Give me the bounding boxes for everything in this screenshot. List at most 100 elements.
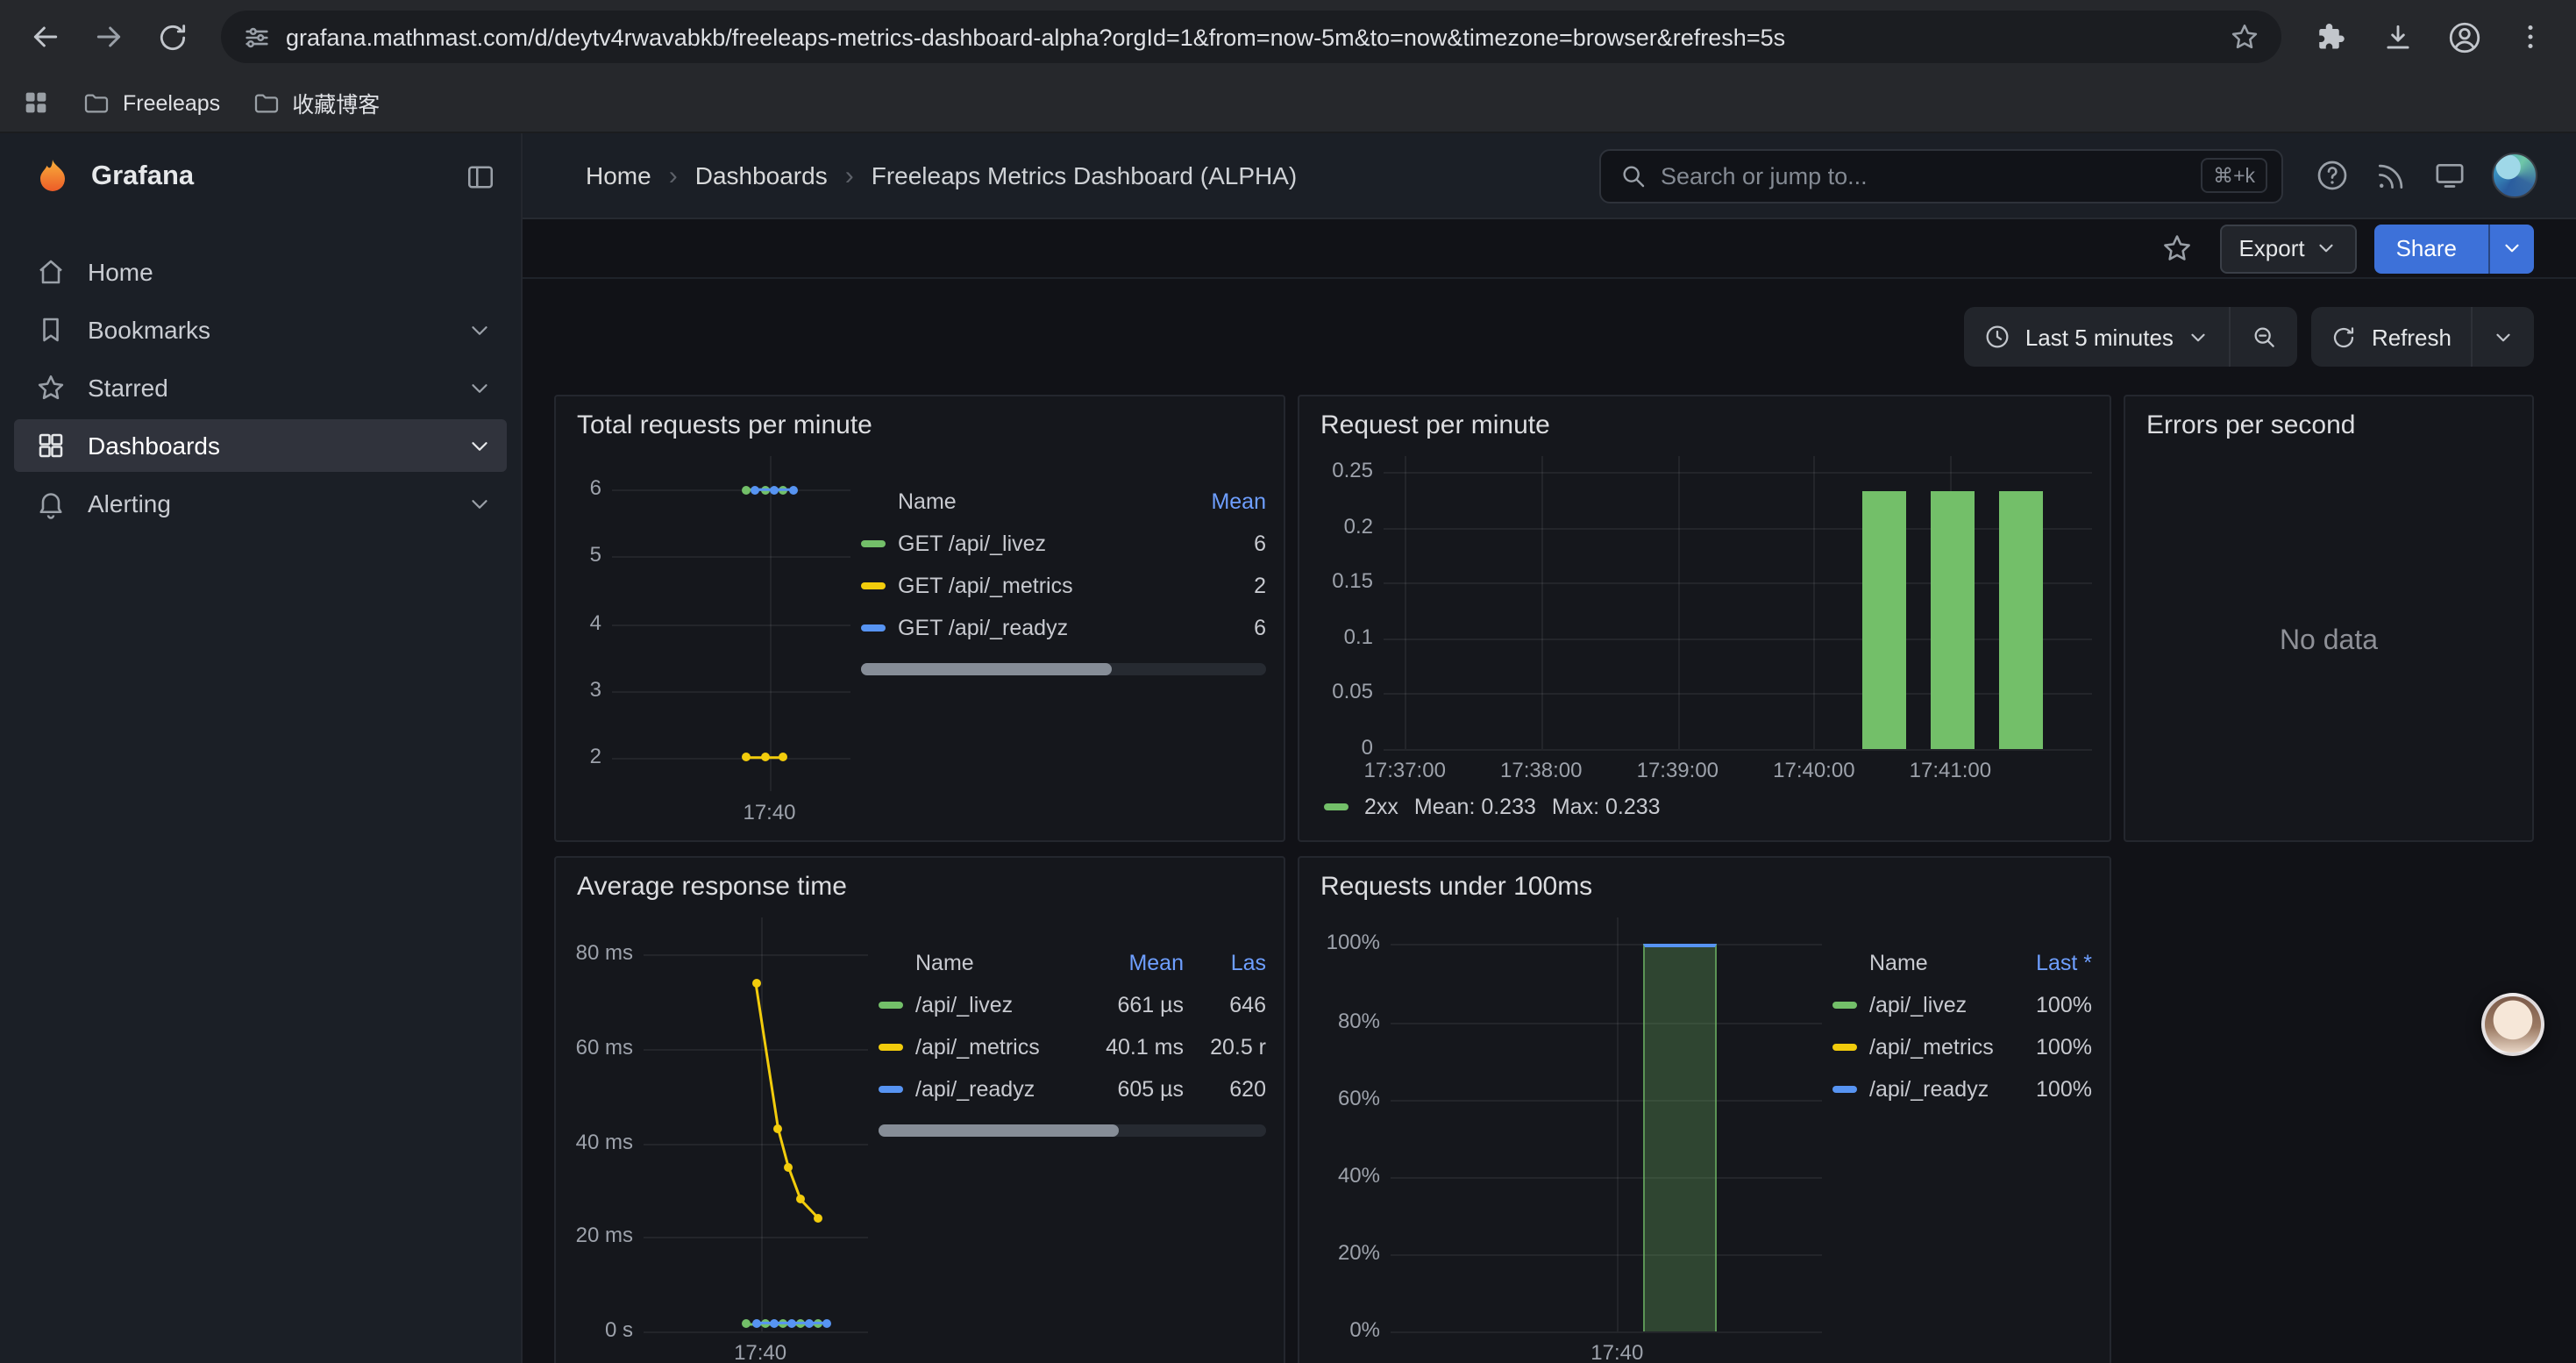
legend-scrollbar[interactable] bbox=[879, 1124, 1266, 1137]
search-shortcut-badge: ⌘+k bbox=[2201, 158, 2267, 193]
legend-row[interactable]: /api/_metrics 40.1 ms 20.5 r bbox=[879, 1026, 1266, 1068]
forward-button[interactable] bbox=[81, 9, 137, 65]
profile-icon bbox=[2445, 18, 2482, 55]
total-requests-chart: 6543217:40 bbox=[573, 456, 850, 830]
panel-title[interactable]: Requests under 100ms bbox=[1299, 858, 2110, 902]
search-input[interactable] bbox=[1661, 162, 2187, 189]
legend-row[interactable]: GET /api/_metrics 2 bbox=[861, 565, 1266, 607]
scrollbar-thumb[interactable] bbox=[861, 663, 1112, 675]
chevron-down-icon[interactable] bbox=[466, 432, 493, 459]
series-swatch bbox=[1832, 1086, 1857, 1093]
bookmark-star-icon[interactable] bbox=[2229, 21, 2260, 53]
breadcrumb: Home › Dashboards › Freeleaps Metrics Da… bbox=[586, 161, 1297, 190]
panel-title[interactable]: Average response time bbox=[556, 858, 1284, 902]
series-name[interactable]: /api/_livez bbox=[915, 993, 1073, 1017]
zoom-out-button[interactable] bbox=[2231, 307, 2298, 367]
profile-button[interactable] bbox=[2436, 9, 2492, 65]
time-range-picker[interactable]: Last 5 minutes bbox=[1964, 307, 2230, 367]
legend-table: Name Last * /api/_livez 100% /api/_metri… bbox=[1832, 917, 2092, 1363]
share-button[interactable]: Share bbox=[2375, 224, 2534, 273]
reload-button[interactable] bbox=[144, 9, 200, 65]
panel-total-requests: Total requests per minute 6543217:40 Nam… bbox=[554, 395, 1285, 842]
chevron-down-icon[interactable] bbox=[466, 317, 493, 343]
share-label[interactable]: Share bbox=[2375, 224, 2478, 273]
browser-menu-button[interactable] bbox=[2502, 9, 2558, 65]
news-rss-icon[interactable] bbox=[2374, 159, 2408, 192]
dashboards-icon bbox=[35, 430, 67, 461]
monitor-icon[interactable] bbox=[2432, 158, 2467, 193]
series-swatch bbox=[1324, 803, 1348, 810]
refresh-button[interactable]: Refresh bbox=[2312, 307, 2471, 367]
panel-title[interactable]: Request per minute bbox=[1299, 396, 2110, 440]
legend-header-last[interactable]: Last * bbox=[2018, 951, 2092, 975]
legend-line[interactable]: 2xx Mean: 0.233 Max: 0.233 bbox=[1317, 788, 2092, 826]
refresh-interval-button[interactable] bbox=[2473, 307, 2534, 367]
share-menu-button[interactable] bbox=[2488, 224, 2534, 273]
sidebar-item-home[interactable]: Home bbox=[14, 246, 507, 298]
export-button[interactable]: Export bbox=[2219, 224, 2357, 273]
user-avatar[interactable] bbox=[2492, 153, 2537, 198]
series-last: 620 bbox=[1196, 1077, 1266, 1102]
search-bar[interactable]: ⌘+k bbox=[1599, 148, 2283, 203]
chevron-down-icon bbox=[2501, 237, 2523, 260]
favorite-dashboard-button[interactable] bbox=[2153, 224, 2202, 273]
panel-title[interactable]: Total requests per minute bbox=[556, 396, 1284, 440]
collapse-sidebar-icon[interactable] bbox=[465, 161, 496, 193]
floating-assistant-avatar[interactable] bbox=[2481, 993, 2544, 1056]
chevron-down-icon[interactable] bbox=[466, 490, 493, 517]
reload-icon bbox=[155, 20, 189, 54]
breadcrumb-home[interactable]: Home bbox=[586, 161, 651, 189]
legend-row[interactable]: /api/_livez 100% bbox=[1832, 984, 2092, 1026]
legend-row[interactable]: /api/_metrics 100% bbox=[1832, 1026, 2092, 1068]
bookmark-folder-blogs[interactable]: 收藏博客 bbox=[252, 86, 380, 119]
legend-row[interactable]: GET /api/_livez 6 bbox=[861, 523, 1266, 565]
sidebar-item-alerting[interactable]: Alerting bbox=[14, 477, 507, 530]
series-name[interactable]: /api/_metrics bbox=[915, 1035, 1073, 1060]
legend-header-mean[interactable]: Mean bbox=[1085, 951, 1184, 975]
legend-row[interactable]: /api/_readyz 100% bbox=[1832, 1068, 2092, 1110]
series-name[interactable]: GET /api/_readyz bbox=[898, 616, 1180, 640]
series-name[interactable]: GET /api/_livez bbox=[898, 532, 1180, 556]
series-name[interactable]: /api/_livez bbox=[1869, 993, 2006, 1017]
legend-header-last[interactable]: Las bbox=[1196, 951, 1266, 975]
star-icon bbox=[35, 372, 67, 403]
panel-title[interactable]: Errors per second bbox=[2125, 396, 2532, 440]
breadcrumb-current: Freeleaps Metrics Dashboard (ALPHA) bbox=[872, 161, 1298, 189]
help-icon[interactable] bbox=[2315, 158, 2350, 193]
url-text[interactable]: grafana.mathmast.com/d/deytv4rwavabkb/fr… bbox=[286, 24, 2215, 50]
series-name[interactable]: /api/_metrics bbox=[1869, 1035, 2006, 1060]
back-button[interactable] bbox=[18, 9, 74, 65]
legend-scrollbar[interactable] bbox=[861, 663, 1266, 675]
breadcrumb-dashboards[interactable]: Dashboards bbox=[695, 161, 828, 189]
chevron-down-icon[interactable] bbox=[466, 375, 493, 401]
legend-row[interactable]: GET /api/_readyz 6 bbox=[861, 607, 1266, 649]
legend-header-name[interactable]: Name bbox=[915, 951, 1073, 975]
downloads-button[interactable] bbox=[2369, 9, 2425, 65]
legend-table: Name Mean Las /api/_livez 661 µs 646 bbox=[879, 917, 1266, 1363]
bookmark-folder-freeleaps[interactable]: Freeleaps bbox=[82, 89, 220, 117]
sidebar-item-dashboards[interactable]: Dashboards bbox=[14, 419, 507, 472]
apps-grid-icon[interactable] bbox=[21, 88, 51, 118]
sidebar-item-starred[interactable]: Starred bbox=[14, 361, 507, 414]
time-picker-group: Last 5 minutes bbox=[1964, 307, 2298, 367]
legend-header-name[interactable]: Name bbox=[1869, 951, 2006, 975]
legend-row[interactable]: /api/_livez 661 µs 646 bbox=[879, 984, 1266, 1026]
url-bar[interactable]: grafana.mathmast.com/d/deytv4rwavabkb/fr… bbox=[221, 11, 2281, 63]
site-settings-icon[interactable] bbox=[242, 22, 272, 52]
scrollbar-thumb[interactable] bbox=[879, 1124, 1119, 1137]
extensions-button[interactable] bbox=[2302, 9, 2359, 65]
sidebar-item-bookmarks[interactable]: Bookmarks bbox=[14, 303, 507, 356]
series-name[interactable]: /api/_readyz bbox=[1869, 1077, 2006, 1102]
legend-header-name[interactable]: Name bbox=[898, 489, 1180, 514]
series-name[interactable]: /api/_readyz bbox=[915, 1077, 1073, 1102]
panel-errors-per-second: Errors per second No data bbox=[2124, 395, 2534, 842]
series-name[interactable]: GET /api/_metrics bbox=[898, 574, 1180, 598]
sidebar-item-label: Bookmarks bbox=[88, 316, 210, 344]
bookmark-icon bbox=[35, 314, 67, 346]
series-swatch bbox=[879, 1086, 903, 1093]
legend-row[interactable]: /api/_readyz 605 µs 620 bbox=[879, 1068, 1266, 1110]
sidebar-header: Grafana bbox=[0, 133, 521, 221]
grafana-logo-icon[interactable] bbox=[32, 156, 74, 198]
series-name[interactable]: 2xx bbox=[1364, 795, 1398, 819]
legend-header-mean[interactable]: Mean bbox=[1192, 489, 1266, 514]
